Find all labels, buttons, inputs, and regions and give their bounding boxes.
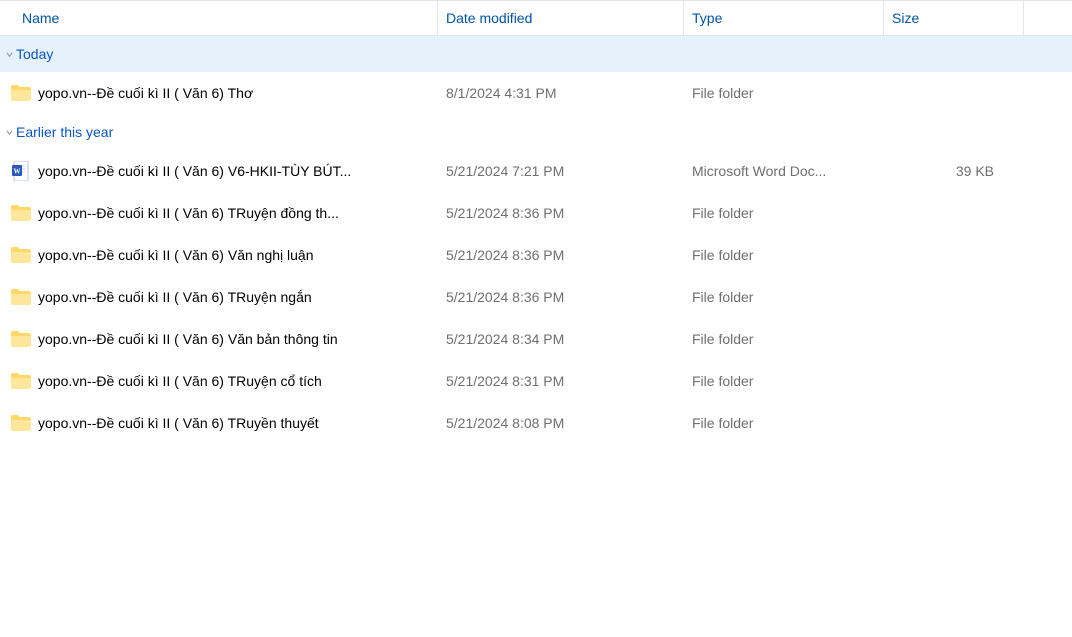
file-name: yopo.vn--Đề cuối kì II ( Văn 6) TRuyện c…	[38, 373, 322, 389]
file-date: 8/1/2024 4:31 PM	[438, 85, 684, 101]
file-list: Today yopo.vn--Đề cuối kì II ( Văn 6) Thơ…	[0, 36, 1072, 444]
file-name: yopo.vn--Đề cuối kì II ( Văn 6) Văn bản …	[38, 331, 338, 347]
file-type: File folder	[684, 205, 884, 221]
column-header-size[interactable]: Size	[884, 1, 1024, 35]
file-name: yopo.vn--Đề cuối kì II ( Văn 6) V6-HKII-…	[38, 163, 351, 179]
file-row[interactable]: yopo.vn--Đề cuối kì II ( Văn 6) TRuyền t…	[0, 402, 1072, 444]
file-name: yopo.vn--Đề cuối kì II ( Văn 6) Văn nghị…	[38, 247, 313, 263]
file-row[interactable]: yopo.vn--Đề cuối kì II ( Văn 6) TRuyện c…	[0, 360, 1072, 402]
file-row[interactable]: yopo.vn--Đề cuối kì II ( Văn 6) TRuyện đ…	[0, 192, 1072, 234]
folder-icon	[10, 370, 32, 392]
file-row[interactable]: yopo.vn--Đề cuối kì II ( Văn 6) Văn nghị…	[0, 234, 1072, 276]
group-label: Today	[16, 46, 53, 62]
file-type: File folder	[684, 373, 884, 389]
word-doc-icon: W	[10, 160, 32, 182]
group-header[interactable]: Earlier this year	[0, 114, 1072, 150]
file-name: yopo.vn--Đề cuối kì II ( Văn 6) TRuyện n…	[38, 289, 312, 305]
group-label: Earlier this year	[16, 124, 113, 140]
file-row[interactable]: yopo.vn--Đề cuối kì II ( Văn 6) TRuyện n…	[0, 276, 1072, 318]
file-name: yopo.vn--Đề cuối kì II ( Văn 6) TRuyện đ…	[38, 205, 339, 221]
file-type: File folder	[684, 415, 884, 431]
column-header-type[interactable]: Type	[684, 1, 884, 35]
file-date: 5/21/2024 8:36 PM	[438, 289, 684, 305]
file-date: 5/21/2024 8:36 PM	[438, 247, 684, 263]
file-type: File folder	[684, 289, 884, 305]
group-header[interactable]: Today	[0, 36, 1072, 72]
file-type: File folder	[684, 331, 884, 347]
file-date: 5/21/2024 8:36 PM	[438, 205, 684, 221]
folder-icon	[10, 244, 32, 266]
file-row[interactable]: yopo.vn--Đề cuối kì II ( Văn 6) Văn bản …	[0, 318, 1072, 360]
file-date: 5/21/2024 8:08 PM	[438, 415, 684, 431]
file-type: File folder	[684, 85, 884, 101]
file-name: yopo.vn--Đề cuối kì II ( Văn 6) Thơ	[38, 85, 253, 101]
chevron-down-icon	[4, 128, 14, 137]
column-header-name[interactable]: Name	[0, 1, 438, 35]
column-header-row: Name Date modified Type Size	[0, 0, 1072, 36]
folder-icon	[10, 202, 32, 224]
file-size: 39 KB	[884, 163, 1024, 179]
folder-icon	[10, 412, 32, 434]
file-row[interactable]: yopo.vn--Đề cuối kì II ( Văn 6) Thơ 8/1/2…	[0, 72, 1072, 114]
folder-icon	[10, 286, 32, 308]
svg-text:W: W	[14, 168, 21, 176]
file-row[interactable]: Wyopo.vn--Đề cuối kì II ( Văn 6) V6-HKII…	[0, 150, 1072, 192]
file-type: File folder	[684, 247, 884, 263]
file-name: yopo.vn--Đề cuối kì II ( Văn 6) TRuyền t…	[38, 415, 319, 431]
file-date: 5/21/2024 7:21 PM	[438, 163, 684, 179]
column-header-date[interactable]: Date modified	[438, 1, 684, 35]
folder-icon	[10, 82, 32, 104]
file-date: 5/21/2024 8:31 PM	[438, 373, 684, 389]
chevron-down-icon	[4, 50, 14, 59]
file-date: 5/21/2024 8:34 PM	[438, 331, 684, 347]
folder-icon	[10, 328, 32, 350]
file-type: Microsoft Word Doc...	[684, 163, 884, 179]
